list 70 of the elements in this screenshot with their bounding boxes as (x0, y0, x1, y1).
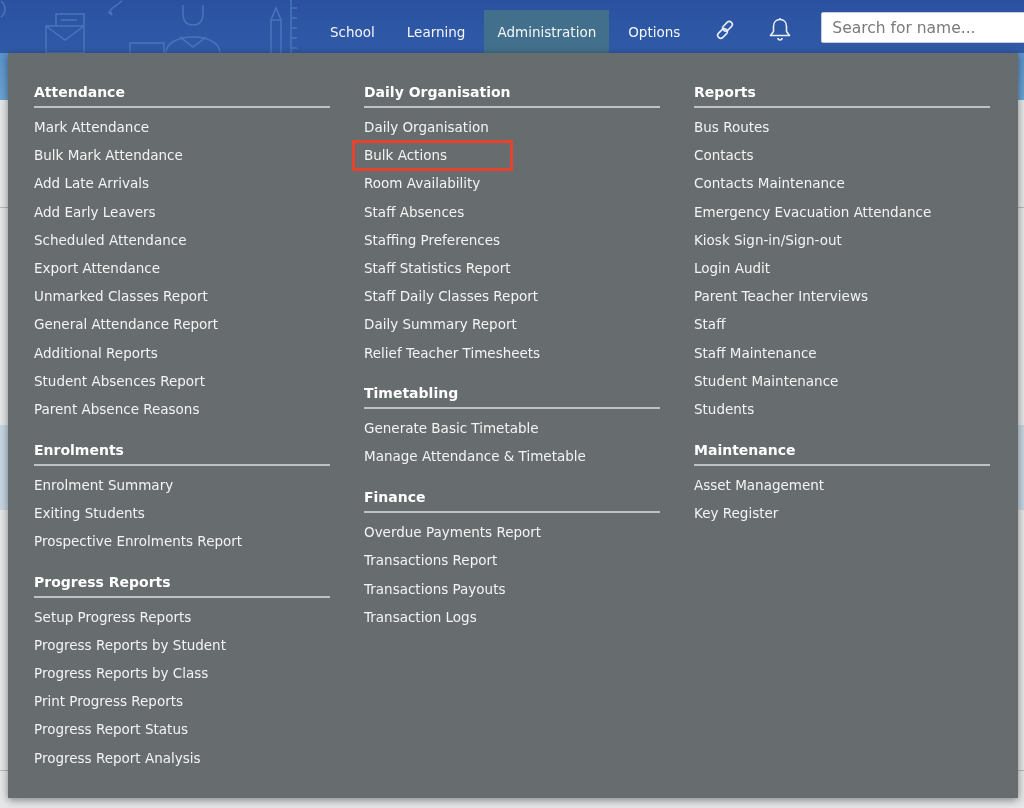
nav-tab[interactable]: School (317, 10, 388, 53)
rectangle-outline-drawing (129, 42, 165, 53)
section-heading: Progress Reports (34, 573, 171, 590)
section-heading: Enrolments (34, 441, 124, 458)
menu-item[interactable]: Generate Basic Timetable (364, 419, 539, 438)
menu-item[interactable]: Staff Statistics Report (364, 259, 511, 278)
menu-item[interactable]: Student Maintenance (694, 371, 839, 390)
menu-item[interactable]: Daily Summary Report (364, 315, 517, 334)
menu-item[interactable]: Prospective Enrolments Report (34, 532, 243, 551)
section-heading: Timetabling (364, 385, 459, 402)
menu-item[interactable]: Staff Absences (364, 202, 465, 221)
menu-item[interactable]: Bulk Mark Attendance (34, 146, 183, 165)
menu-item[interactable]: Daily Organisation (364, 118, 489, 137)
menu-item[interactable]: General Attendance Report (34, 315, 219, 334)
menu-item[interactable]: Mark Attendance (34, 118, 150, 137)
section-heading: Daily Organisation (364, 84, 511, 100)
menu-item[interactable]: Unmarked Classes Report (34, 287, 208, 306)
menu-item[interactable]: Staff Maintenance (694, 343, 817, 362)
menu-item[interactable]: Print Progress Reports (34, 692, 184, 711)
menu-item[interactable]: Progress Reports by Student (34, 635, 226, 654)
menu-item[interactable]: Progress Report Analysis (34, 748, 201, 767)
menu-item[interactable]: Contacts Maintenance (694, 174, 845, 193)
section-heading: Finance (364, 489, 426, 506)
menu-item[interactable]: Bulk Actions (352, 139, 513, 171)
pencil-drawing (270, 6, 282, 53)
ruler-drawing (290, 0, 298, 53)
menu-item[interactable]: Manage Attendance & Timetable (364, 447, 586, 466)
nav-tab[interactable]: Learning (393, 10, 479, 53)
menu-item[interactable]: Enrolment Summary (34, 475, 174, 494)
menu-item[interactable]: Scheduled Attendance (34, 230, 187, 249)
nav-tab[interactable]: Options (615, 10, 694, 53)
menu-item[interactable]: Add Early Leavers (34, 202, 156, 221)
menu-item[interactable]: Room Availability (364, 174, 481, 193)
nav-tab[interactable]: Administration (484, 10, 610, 53)
menu-item[interactable]: Bus Routes (694, 118, 770, 137)
menu-item[interactable]: Staff (694, 315, 726, 334)
menu-item[interactable]: Export Attendance (34, 259, 161, 278)
section-heading: Reports (694, 84, 756, 100)
section-heading: Attendance (34, 84, 125, 100)
menu-item[interactable]: Student Absences Report (34, 371, 205, 390)
bell-icon[interactable] (769, 17, 792, 41)
menu-item[interactable]: Add Late Arrivals (34, 174, 149, 193)
person-outline-drawing (165, 4, 221, 53)
search-field[interactable]: Search for name... (821, 12, 1024, 43)
menu-item[interactable]: Emergency Evacuation Attendance (694, 202, 932, 221)
menu-item[interactable]: Staff Daily Classes Report (364, 287, 539, 306)
menu-item[interactable]: Kiosk Sign-in/Sign-out (694, 230, 842, 249)
menu-item[interactable]: Login Audit (694, 259, 771, 278)
menu-item[interactable]: Relief Teacher Timesheets (364, 343, 541, 362)
section-heading: Maintenance (694, 441, 796, 458)
menu-item[interactable]: Setup Progress Reports (34, 607, 192, 626)
link-icon[interactable] (715, 20, 736, 40)
menu-item[interactable]: Students (694, 399, 755, 418)
menu-item[interactable]: Transactions Report (364, 551, 498, 570)
menu-item[interactable]: Transaction Logs (364, 607, 477, 626)
circle-outline-drawing (0, 0, 6, 18)
arrow-drawing (107, 0, 123, 16)
menu-item[interactable]: Contacts (694, 146, 754, 165)
menu-item[interactable]: Progress Report Status (34, 720, 188, 739)
menu-item[interactable]: Additional Reports (34, 343, 158, 362)
menu-item[interactable]: Parent Teacher Interviews (694, 287, 868, 306)
menu-item[interactable]: Exiting Students (34, 503, 145, 522)
menu-item[interactable]: Transactions Payouts (364, 579, 506, 598)
menu-item[interactable]: Key Register (694, 503, 779, 522)
menu-item[interactable]: Parent Absence Reasons (34, 399, 200, 418)
menu-item[interactable]: Progress Reports by Class (34, 664, 209, 683)
menu-item[interactable]: Staffing Preferences (364, 230, 500, 249)
menu-item[interactable]: Overdue Payments Report (364, 523, 542, 542)
envelope-drawing (45, 13, 85, 53)
menu-item[interactable]: Asset Management (694, 475, 825, 494)
